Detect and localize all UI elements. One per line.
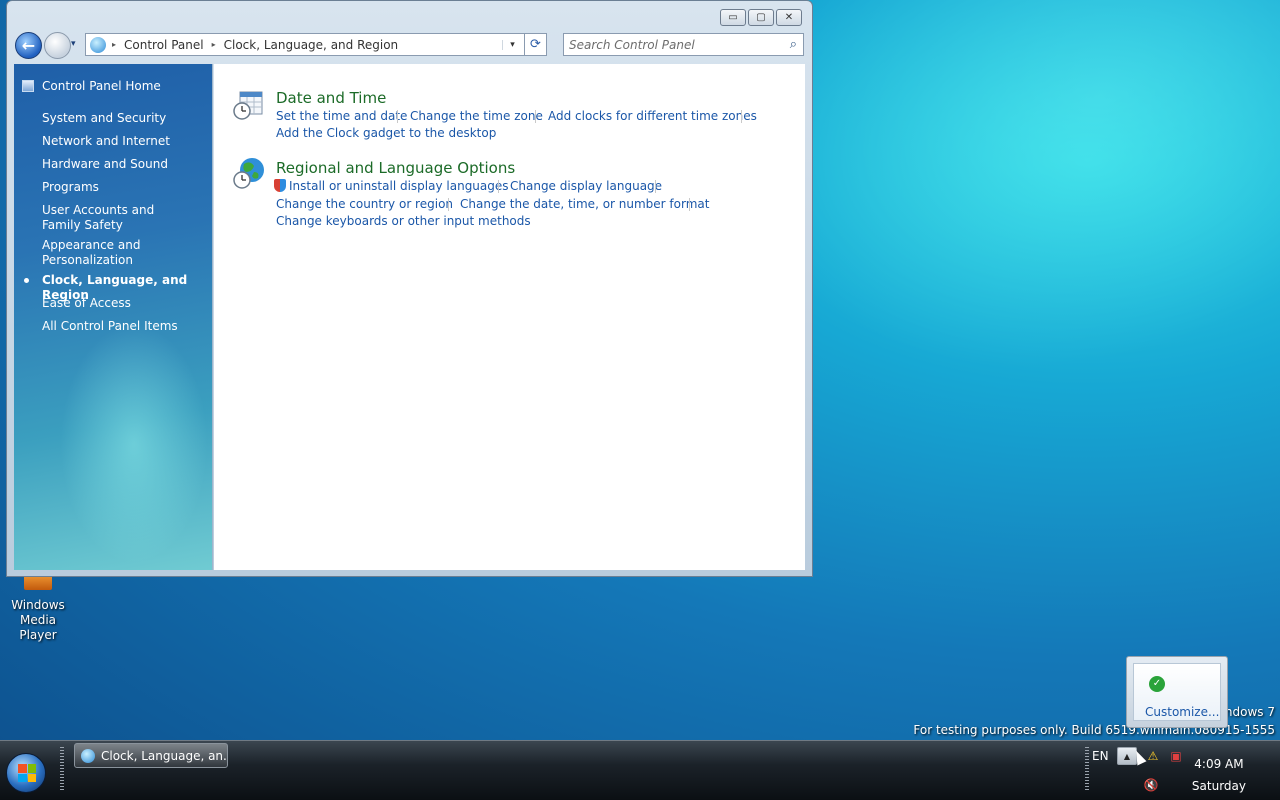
os-watermark-line1: ndows 7 [1224,705,1275,719]
search-input[interactable] [564,37,774,52]
search-box[interactable]: ⌕ [563,33,804,56]
link-label: Install or uninstall display languages [289,179,509,193]
tray-grip[interactable] [1085,747,1089,791]
control-panel-home-link[interactable]: Control Panel Home [22,79,161,93]
minimize-button[interactable]: ▭ [720,9,746,26]
link-add-clocks[interactable]: Add clocks for different time zones [548,109,757,123]
action-center-warning-icon[interactable]: ⚠ [1145,748,1161,764]
system-clock[interactable]: 4:09 AM Saturday [1192,753,1246,797]
calendar-clock-icon[interactable] [232,88,266,122]
language-indicator[interactable]: EN [1092,749,1109,763]
link-change-display-language[interactable]: Change display language [510,179,662,193]
notification-overflow-popup: ✓ Customize... [1126,656,1228,728]
control-panel-icon [81,748,95,763]
clock-time: 4:09 AM [1194,757,1244,771]
safely-remove-hardware-icon[interactable]: ✓ [1149,676,1165,692]
sidebar-item-network-and-internet[interactable]: Network and Internet [42,134,170,149]
sidebar-item-user-accounts[interactable]: User Accounts and Family Safety [42,203,192,233]
customize-link[interactable]: Customize... [1145,705,1219,719]
link-divider [397,110,398,123]
refresh-button[interactable]: ⟳ [524,33,547,56]
window-controls: ▭ ▢ ✕ [720,9,802,26]
sidebar-item-all-control-panel-items[interactable]: All Control Panel Items [42,319,178,334]
breadcrumb-clock-language-region[interactable]: Clock, Language, and Region [224,38,399,52]
network-disconnected-icon[interactable]: ▣ [1168,748,1184,764]
category-title-date-and-time[interactable]: Date and Time [276,89,386,107]
link-divider [655,180,656,193]
category-title-regional-and-language[interactable]: Regional and Language Options [276,159,515,177]
breadcrumb-separator-icon: ▸ [112,40,117,49]
taskbar: Clock, Language, an... EN ▲ ⚠ ▣ 🔇 4:09 A… [0,740,1280,800]
start-button[interactable] [6,753,46,793]
link-change-keyboards[interactable]: Change keyboards or other input methods [276,214,531,228]
link-set-time-and-date[interactable]: Set the time and date [276,109,407,123]
link-divider [498,180,499,193]
uac-shield-icon [274,179,286,192]
address-bar[interactable]: ▸ Control Panel ▸ Clock, Language, and R… [85,33,547,56]
link-change-time-zone[interactable]: Change the time zone [410,109,543,123]
search-icon[interactable]: ⌕ [790,37,797,52]
windows-logo-icon [18,764,36,782]
breadcrumb-control-panel[interactable]: Control Panel [124,38,204,52]
control-panel-icon [90,36,106,53]
chevron-up-icon: ▲ [1123,751,1131,761]
breadcrumb-separator-icon: ▸ [211,40,216,49]
link-divider [535,110,536,123]
link-change-date-time-number-format[interactable]: Change the date, time, or number format [460,197,709,211]
link-add-clock-gadget[interactable]: Add the Clock gadget to the desktop [276,126,496,140]
link-divider [741,110,742,123]
sidebar-item-programs[interactable]: Programs [42,180,99,195]
active-bullet-icon [24,278,29,283]
control-panel-home-icon [22,80,34,92]
desktop-icon-label: Windows Media Player [11,598,65,642]
main-content: Date and Time Set the time and date Chan… [214,64,805,570]
sidebar-glow [54,314,214,574]
control-panel-window: ▭ ▢ ✕ ← ▾ ▸ Control Panel ▸ Clock, Langu… [6,0,813,577]
desktop-icon-windows-media-player[interactable]: Windows Media Player [2,572,74,643]
control-panel-home-label: Control Panel Home [42,79,161,93]
link-install-display-languages[interactable]: Install or uninstall display languages [274,179,509,193]
link-divider [689,198,690,211]
sidebar-item-hardware-and-sound[interactable]: Hardware and Sound [42,157,168,172]
refresh-icon: ⟳ [530,37,541,52]
sidebar-item-ease-of-access[interactable]: Ease of Access [42,296,131,311]
taskbar-button-label: Clock, Language, an... [101,748,228,763]
volume-muted-icon[interactable]: 🔇 [1143,777,1159,793]
sidebar-item-appearance[interactable]: Appearance and Personalization [42,238,152,268]
globe-clock-icon[interactable] [232,156,266,190]
sidebar: Control Panel Home System and Security N… [14,64,214,574]
link-divider [448,198,449,211]
close-button[interactable]: ✕ [776,9,802,26]
clock-day: Saturday [1191,779,1246,793]
forward-button[interactable] [44,32,71,59]
arrow-left-icon: ← [21,36,36,55]
recent-pages-dropdown[interactable]: ▾ [71,39,76,49]
link-change-country-region[interactable]: Change the country or region [276,197,453,211]
address-dropdown-button[interactable]: ▾ [502,39,522,50]
maximize-button[interactable]: ▢ [748,9,774,26]
back-button[interactable]: ← [15,32,42,59]
taskbar-button-clock-language-region[interactable]: Clock, Language, an... [74,743,228,768]
taskbar-grip[interactable] [60,747,64,791]
sidebar-item-system-and-security[interactable]: System and Security [42,111,166,126]
